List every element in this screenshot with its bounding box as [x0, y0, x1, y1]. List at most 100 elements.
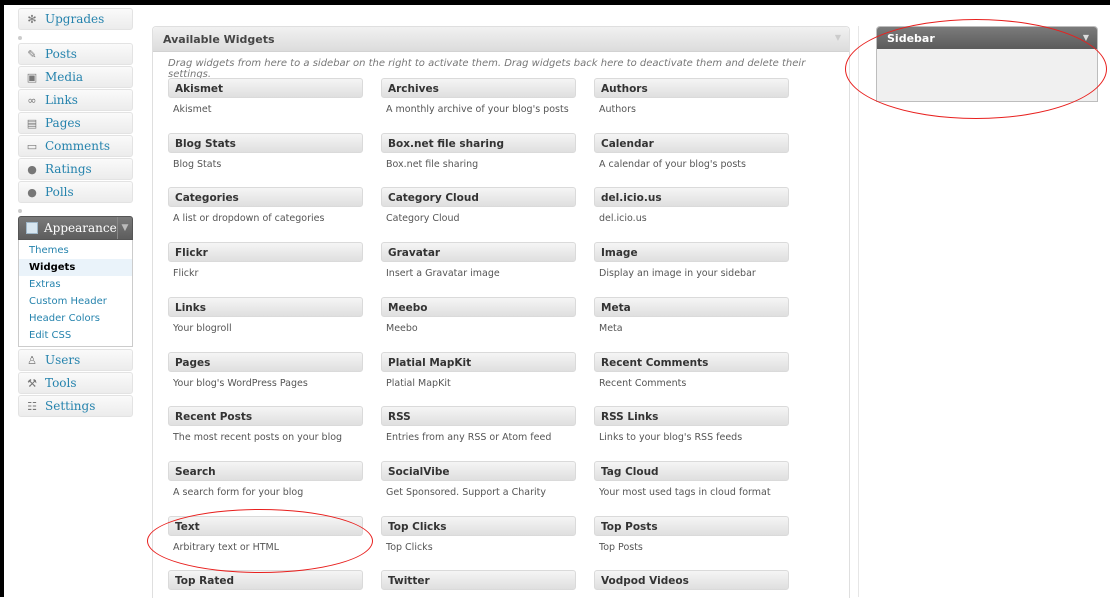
widget-item: del.icio.us del.icio.us — [594, 187, 789, 224]
widget-title[interactable]: RSS Links — [594, 406, 789, 426]
widget-title[interactable]: Categories — [168, 187, 363, 207]
admin-menu: ✻ Upgrades ✎ Posts ▣ Media ∞ Links ▤ Pag… — [18, 8, 133, 418]
widget-title[interactable]: Authors — [594, 78, 789, 98]
submenu-item-edit-css[interactable]: Edit CSS — [19, 327, 132, 344]
menu-item-posts[interactable]: ✎ Posts — [18, 43, 133, 65]
widget-title[interactable]: Calendar — [594, 133, 789, 153]
widget-description: Category Cloud — [386, 213, 460, 224]
widget-title[interactable]: del.icio.us — [594, 187, 789, 207]
menu-item-media[interactable]: ▣ Media — [18, 66, 133, 88]
menu-item-label: Posts — [45, 47, 77, 61]
widget-description: Entries from any RSS or Atom feed — [386, 432, 552, 443]
widget-title[interactable]: Meebo — [381, 297, 576, 317]
submenu-item-header-colors[interactable]: Header Colors — [19, 310, 132, 327]
sidebar-widget-area[interactable]: Sidebar ▼ — [876, 26, 1098, 102]
widget-title[interactable]: Archives — [381, 78, 576, 98]
widget-item: Twitter — [381, 570, 576, 596]
menu-item-ratings[interactable]: ● Ratings — [18, 158, 133, 180]
menu-item-label: Pages — [45, 116, 81, 130]
available-widgets-title: Available Widgets — [163, 32, 275, 46]
widget-title[interactable]: Search — [168, 461, 363, 481]
menu-item-label: Appearance — [44, 221, 117, 235]
widget-title[interactable]: Meta — [594, 297, 789, 317]
ratings-icon: ● — [27, 162, 37, 176]
widget-item: RSS Links Links to your blog's RSS feeds — [594, 406, 789, 443]
sidebar-title: Sidebar — [887, 31, 935, 45]
divider — [858, 26, 859, 597]
widget-title[interactable]: Vodpod Videos — [594, 570, 789, 590]
widget-description: Your blog's WordPress Pages — [173, 378, 308, 389]
menu-separator — [18, 31, 133, 43]
menu-item-appearance[interactable]: Appearance ▼ — [18, 216, 133, 240]
widget-item: Category Cloud Category Cloud — [381, 187, 576, 224]
menu-item-comments[interactable]: ▭ Comments — [18, 135, 133, 157]
available-widgets-header[interactable]: Available Widgets ▼ — [153, 27, 849, 52]
submenu-item-widgets[interactable]: Widgets — [19, 259, 132, 276]
collapse-arrow-icon[interactable]: ▼ — [835, 33, 841, 42]
widget-title[interactable]: Top Posts — [594, 516, 789, 536]
widget-description: Top Clicks — [386, 542, 433, 553]
widget-title[interactable]: Box.net file sharing — [381, 133, 576, 153]
widget-title[interactable]: Category Cloud — [381, 187, 576, 207]
widget-description: Your blogroll — [173, 323, 232, 334]
widget-description: Akismet — [173, 104, 212, 115]
widget-title[interactable]: Blog Stats — [168, 133, 363, 153]
menu-item-users[interactable]: ♙ Users — [18, 349, 133, 371]
widget-title[interactable]: SocialVibe — [381, 461, 576, 481]
widget-title[interactable]: Flickr — [168, 242, 363, 262]
pin-icon: ✎ — [27, 47, 37, 61]
widget-title[interactable]: Tag Cloud — [594, 461, 789, 481]
widget-description: A search form for your blog — [173, 487, 304, 498]
widget-item: Text Arbitrary text or HTML — [168, 516, 363, 553]
widget-item: Flickr Flickr — [168, 242, 363, 279]
widget-title[interactable]: Top Rated — [168, 570, 363, 590]
widget-title[interactable]: Akismet — [168, 78, 363, 98]
widget-title[interactable]: Text — [168, 516, 363, 536]
widget-item: Tag Cloud Your most used tags in cloud fo… — [594, 461, 789, 498]
widget-description: Authors — [599, 104, 636, 115]
widget-item: Top Posts Top Posts — [594, 516, 789, 553]
menu-item-links[interactable]: ∞ Links — [18, 89, 133, 111]
widget-item: Akismet Akismet — [168, 78, 363, 115]
submenu-item-custom-header[interactable]: Custom Header — [19, 293, 132, 310]
menu-item-label: Settings — [45, 399, 96, 413]
menu-item-label: Ratings — [45, 162, 92, 176]
widget-title[interactable]: Recent Posts — [168, 406, 363, 426]
widget-title[interactable]: Links — [168, 297, 363, 317]
widget-title[interactable]: Twitter — [381, 570, 576, 590]
widget-item: Categories A list or dropdown of categori… — [168, 187, 363, 224]
widget-item: Vodpod Videos — [594, 570, 789, 596]
menu-item-upgrades[interactable]: ✻ Upgrades — [18, 8, 133, 30]
widget-title[interactable]: Pages — [168, 352, 363, 372]
left-border — [0, 0, 4, 597]
widget-item: Top Clicks Top Clicks — [381, 516, 576, 553]
widget-title[interactable]: Platial MapKit — [381, 352, 576, 372]
widget-title[interactable]: Image — [594, 242, 789, 262]
widget-title[interactable]: Gravatar — [381, 242, 576, 262]
menu-item-label: Comments — [45, 139, 110, 153]
menu-item-tools[interactable]: ⚒ Tools — [18, 372, 133, 394]
menu-item-label: Polls — [45, 185, 74, 199]
sidebar-header[interactable]: Sidebar ▼ — [877, 27, 1097, 49]
widget-title[interactable]: Recent Comments — [594, 352, 789, 372]
widget-description: Meebo — [386, 323, 418, 334]
widget-item: Recent Comments Recent Comments — [594, 352, 789, 389]
submenu-item-extras[interactable]: Extras — [19, 276, 132, 293]
available-widgets-panel: Available Widgets ▼ Drag widgets from he… — [152, 26, 850, 598]
media-icon: ▣ — [26, 70, 38, 84]
widget-title[interactable]: Top Clicks — [381, 516, 576, 536]
collapse-arrow-icon[interactable]: ▼ — [1083, 33, 1089, 42]
tools-icon: ⚒ — [27, 376, 37, 390]
widget-description: Platial MapKit — [386, 378, 451, 389]
menu-item-label: Media — [45, 70, 84, 84]
widget-title[interactable]: RSS — [381, 406, 576, 426]
widget-description: The most recent posts on your blog — [173, 432, 343, 443]
menu-item-settings[interactable]: ☷ Settings — [18, 395, 133, 417]
chevron-down-icon[interactable]: ▼ — [117, 217, 132, 239]
appearance-icon — [26, 222, 38, 234]
menu-item-label: Links — [45, 93, 78, 107]
menu-item-pages[interactable]: ▤ Pages — [18, 112, 133, 134]
menu-item-polls[interactable]: ● Polls — [18, 181, 133, 203]
submenu-item-themes[interactable]: Themes — [19, 242, 132, 259]
widget-description: Top Posts — [599, 542, 643, 553]
